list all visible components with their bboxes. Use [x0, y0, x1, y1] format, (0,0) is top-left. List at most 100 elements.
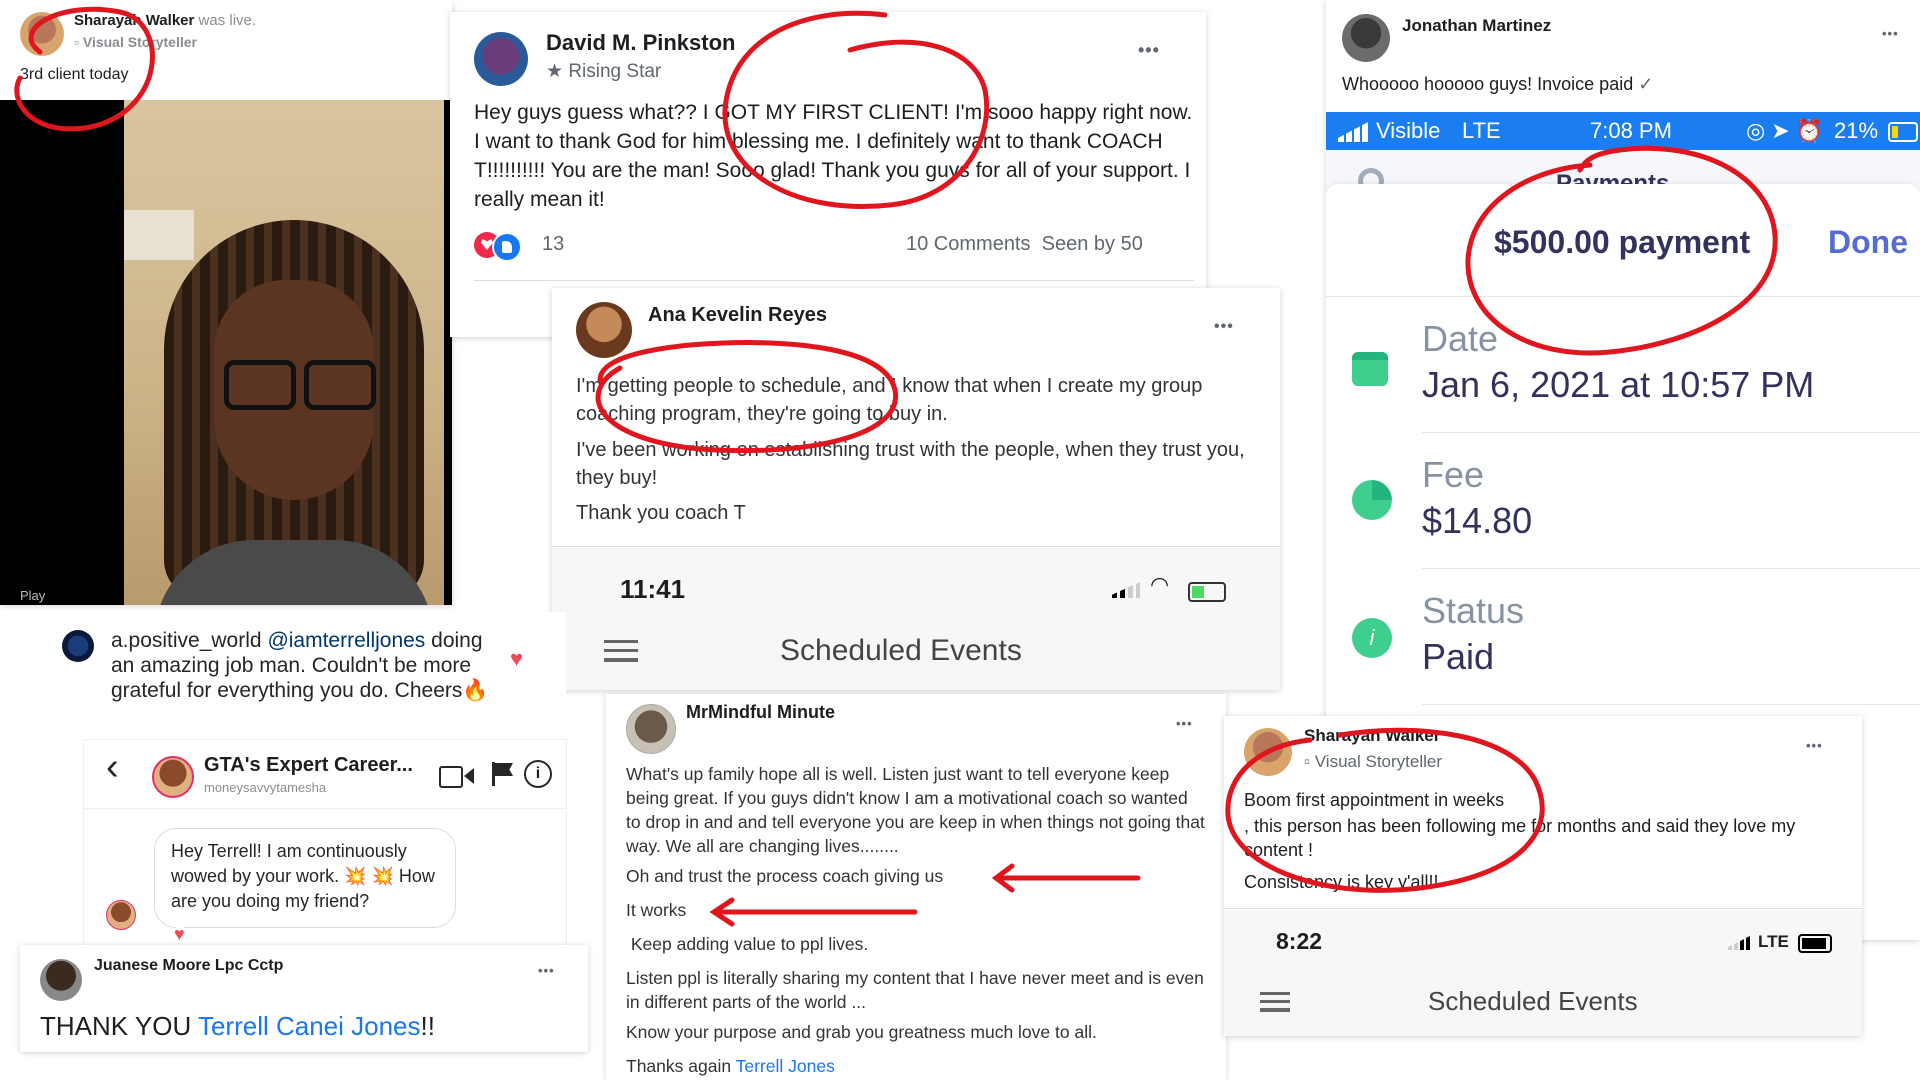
phone-clock: 8:22: [1276, 928, 1323, 954]
play-label[interactable]: Play: [20, 588, 45, 603]
more-options-icon[interactable]: •••: [1176, 716, 1193, 731]
more-options-icon[interactable]: •••: [1882, 26, 1899, 41]
battery-icon: [1798, 934, 1832, 953]
reaction-icons[interactable]: [474, 232, 530, 262]
check-icon: ✓: [1638, 74, 1654, 94]
glasses-shape-right: [304, 360, 376, 410]
commenter-avatar[interactable]: [62, 630, 94, 662]
post-line-2: , this person has been following me for …: [1244, 816, 1796, 860]
post-body: Whooooo hooooo guys! Invoice paid: [1342, 74, 1634, 94]
payment-amount: $500.00 payment: [1494, 224, 1751, 260]
battery-percent: 21%: [1834, 118, 1879, 143]
info-icon[interactable]: i: [524, 760, 552, 788]
date-value: Jan 6, 2021 at 10:57 PM: [1422, 364, 1815, 405]
post-line-2: I've been working on establishing trust …: [576, 439, 1245, 489]
post-paragraph-2: Oh and trust the process coach giving us: [626, 866, 944, 886]
post-paragraph-4: Keep adding value to ppl lives.: [626, 934, 869, 954]
fee-value: $14.80: [1422, 500, 1533, 541]
person-figure: [144, 220, 444, 605]
video-player[interactable]: Play: [0, 100, 452, 605]
more-options-icon[interactable]: •••: [1806, 738, 1823, 753]
done-button[interactable]: Done: [1828, 224, 1908, 261]
author-avatar[interactable]: [1244, 728, 1292, 776]
divider: [1224, 908, 1862, 909]
info-icon: i: [1352, 618, 1392, 658]
video-call-icon-lens: [464, 768, 474, 784]
status-clock: 7:08 PM: [1590, 118, 1672, 143]
tagged-name-link[interactable]: Terrell Jones: [736, 1056, 835, 1076]
hamburger-menu-icon[interactable]: [1260, 992, 1290, 1012]
author-avatar[interactable]: [1342, 14, 1390, 62]
flag-icon[interactable]: [492, 762, 514, 786]
post-caption: 3rd client today: [20, 66, 129, 83]
dm-conversation: ‹ GTA's Expert Career... moneysavvytames…: [84, 740, 566, 950]
author-badge: Visual Storyteller: [82, 34, 197, 50]
divider: [1422, 704, 1920, 705]
divider: [552, 546, 1280, 547]
author-avatar[interactable]: [20, 12, 64, 56]
more-options-icon[interactable]: •••: [538, 963, 555, 978]
message-bubble[interactable]: Hey Terrell! I am continuously wowed by …: [154, 828, 456, 928]
video-call-icon[interactable]: [439, 766, 463, 788]
post-line-1: I'm getting people to schedule, and I kn…: [576, 375, 1203, 425]
mindful-post: MrMindful Minute ••• What's up family ho…: [606, 694, 1226, 1080]
conversation-subtitle: moneysavvytamesha: [204, 780, 327, 795]
author-name[interactable]: Sharayah Walker: [1304, 726, 1440, 746]
author-name[interactable]: Juanese Moore Lpc Cctp: [94, 957, 283, 975]
tagged-name-link[interactable]: Terrell Canei Jones: [198, 1011, 421, 1041]
mention-link[interactable]: @iamterrelljones: [267, 629, 425, 652]
sheet-header-partial: Payments: [1556, 170, 1670, 184]
author-name[interactable]: MrMindful Minute: [686, 702, 835, 723]
storyteller-icon: ▫: [74, 34, 79, 50]
more-options-icon[interactable]: •••: [1214, 318, 1234, 336]
scheduled-events-title: Scheduled Events: [1428, 986, 1638, 1016]
battery-icon: [1188, 582, 1226, 602]
author-avatar[interactable]: [576, 302, 632, 358]
wifi-icon: ◠: [1150, 572, 1170, 597]
author-name[interactable]: Sharayah Walker: [74, 12, 194, 29]
divider: [1422, 568, 1920, 569]
more-options-icon[interactable]: •••: [1138, 40, 1160, 61]
contact-avatar[interactable]: [152, 756, 194, 798]
status-value: Paid: [1422, 636, 1495, 677]
seen-count: Seen by 50: [1041, 233, 1143, 255]
author-name[interactable]: Jonathan Martinez: [1402, 16, 1551, 36]
commenter-name[interactable]: a.positive_world: [111, 629, 262, 652]
post-action: was live.: [198, 12, 257, 29]
author-name[interactable]: Ana Kevelin Reyes: [648, 304, 827, 327]
phone-clock: 11:41: [620, 574, 686, 604]
reaction-count[interactable]: 13: [542, 233, 564, 256]
calendar-icon: [1352, 352, 1388, 386]
live-video-post: Sharayah Walker was live. ▫ Visual Story…: [0, 0, 452, 605]
divider: [474, 280, 1194, 281]
post-line-1: Boom first appointment in weeks: [1244, 790, 1505, 810]
fee-pie-icon: [1352, 480, 1392, 520]
ios-status-bar: Visible LTE 7:08 PM ◎ ➤ ⏰ 21%: [1326, 112, 1920, 150]
author-avatar[interactable]: [474, 32, 528, 86]
signal-icon: [1338, 122, 1368, 142]
divider: [1422, 432, 1920, 433]
network-type: LTE: [1758, 932, 1789, 951]
exclamation-text: !!: [420, 1011, 435, 1041]
author-avatar[interactable]: [626, 704, 676, 754]
signal-icon: [1112, 582, 1140, 598]
conversation-title[interactable]: GTA's Expert Career...: [204, 754, 413, 777]
post-paragraph-3: It works: [626, 900, 687, 920]
message-heart-reaction[interactable]: ♥: [174, 924, 185, 945]
post-line-3: Consistency is key y'all!!: [1244, 872, 1439, 892]
phone-screenshot: 11:41 ◠ Scheduled Events: [552, 548, 1280, 690]
author-avatar[interactable]: [40, 959, 82, 1001]
scheduled-events-title: Scheduled Events: [780, 634, 1022, 667]
comment-count[interactable]: 10 Comments: [906, 233, 1031, 255]
hamburger-menu-icon[interactable]: [604, 640, 638, 662]
post-paragraph-7: Thanks again: [626, 1056, 736, 1076]
like-heart-icon[interactable]: ♥: [510, 646, 523, 672]
back-button[interactable]: ‹: [106, 746, 119, 789]
author-name[interactable]: David M. Pinkston: [546, 30, 735, 56]
glasses-shape: [224, 360, 296, 410]
signal-icon: [1728, 936, 1750, 950]
star-icon: ★: [546, 61, 564, 82]
divider: [1326, 296, 1920, 297]
sender-avatar[interactable]: [106, 900, 136, 930]
thank-you-text: THANK YOU: [40, 1011, 198, 1041]
